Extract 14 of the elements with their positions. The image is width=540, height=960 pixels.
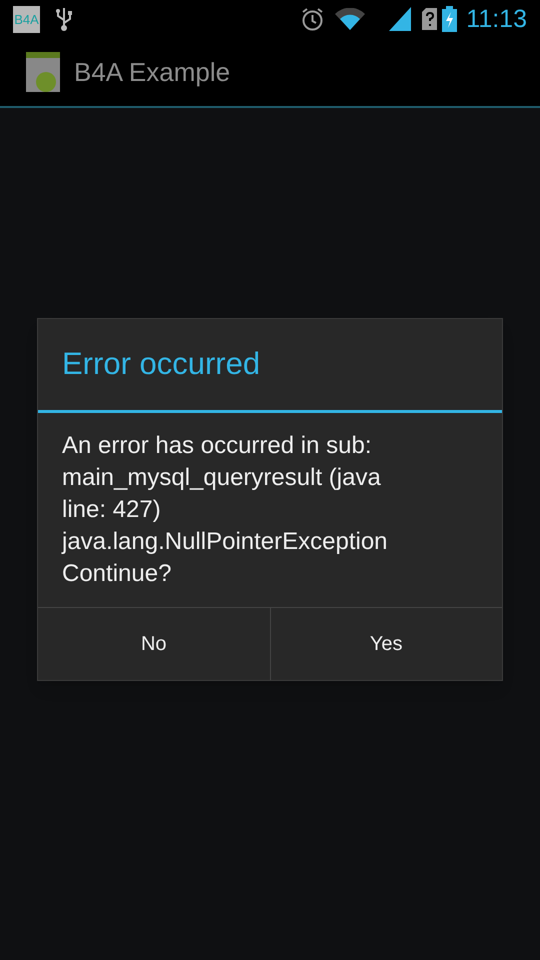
app-title: B4A Example xyxy=(74,56,230,88)
signal-icon xyxy=(389,7,412,31)
alarm-icon xyxy=(300,6,326,32)
notification-logo: B4A xyxy=(13,6,40,32)
dialog-message: An error has occurred in sub: main_mysql_queryresult (java line: 427) java.lang.NullPointerException Continue? xyxy=(60,431,389,589)
app-icon xyxy=(26,52,60,92)
battery-charging-icon xyxy=(442,6,458,32)
wifi-icon xyxy=(335,8,366,30)
usb-icon xyxy=(55,6,73,32)
sim-icon xyxy=(422,8,438,30)
clock-time: 11:13 xyxy=(466,6,527,32)
dialog-button[interactable]: Yes xyxy=(270,608,502,680)
dialog-title: Error occurred xyxy=(62,345,260,384)
dialog-button[interactable]: No xyxy=(38,608,270,680)
